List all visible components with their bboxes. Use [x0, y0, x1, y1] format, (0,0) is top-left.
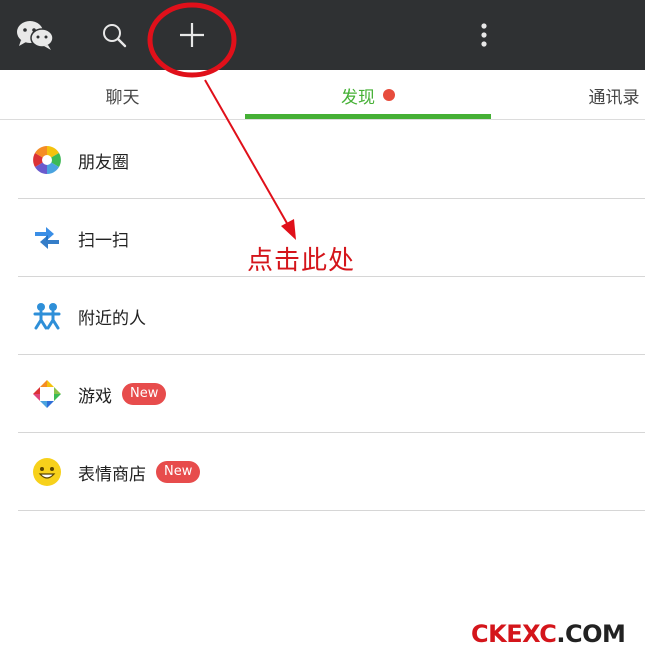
list-item-label: 游戏 New	[78, 355, 167, 433]
annotation-label: 点击此处	[247, 246, 356, 276]
divider	[18, 510, 645, 511]
games-icon	[33, 380, 61, 408]
active-tab-indicator	[245, 114, 491, 119]
tab-contacts-label: 通讯录	[588, 87, 640, 108]
tab-contacts[interactable]: 通讯录	[491, 70, 645, 120]
list-item-label: 朋友圈	[78, 152, 129, 173]
moments-icon	[33, 146, 61, 174]
list-item-sticker-shop[interactable]: 表情商店 New	[0, 433, 645, 511]
unread-dot	[383, 89, 395, 101]
list-item-games[interactable]: 游戏 New	[0, 355, 645, 433]
people-nearby-icon	[33, 303, 61, 330]
tab-discover[interactable]: 发现	[245, 70, 491, 120]
tab-chats[interactable]: 聊天	[0, 70, 245, 120]
tab-bar: 聊天 发现 通讯录	[0, 70, 645, 120]
watermark-domain: .COM	[556, 620, 626, 648]
new-badge: New	[122, 383, 167, 405]
plus-icon[interactable]	[168, 0, 216, 70]
list-item-people-nearby[interactable]: 附近的人	[0, 277, 645, 355]
wechat-logo-icon	[10, 0, 60, 70]
search-icon[interactable]	[92, 0, 136, 70]
sticker-shop-icon	[33, 458, 61, 486]
tab-discover-label: 发现	[341, 87, 375, 108]
watermark-brand: CKEXC	[471, 620, 557, 648]
more-vertical-icon[interactable]	[466, 0, 502, 70]
site-watermark: CKEXC.COM	[471, 620, 626, 648]
new-badge: New	[156, 461, 201, 483]
list-item-text: 表情商店	[78, 464, 146, 485]
list-item-label: 扫一扫	[78, 230, 129, 251]
tab-chats-label: 聊天	[105, 87, 140, 108]
list-item-label: 表情商店 New	[78, 433, 201, 511]
discover-list: 朋友圈 扫一扫 附近的人 游戏 New 表情商店 New	[0, 121, 645, 511]
title-bar	[0, 0, 645, 70]
list-item-moments[interactable]: 朋友圈	[0, 121, 645, 199]
scan-icon	[35, 227, 59, 249]
list-item-label: 附近的人	[78, 308, 146, 329]
list-item-text: 游戏	[78, 386, 112, 407]
